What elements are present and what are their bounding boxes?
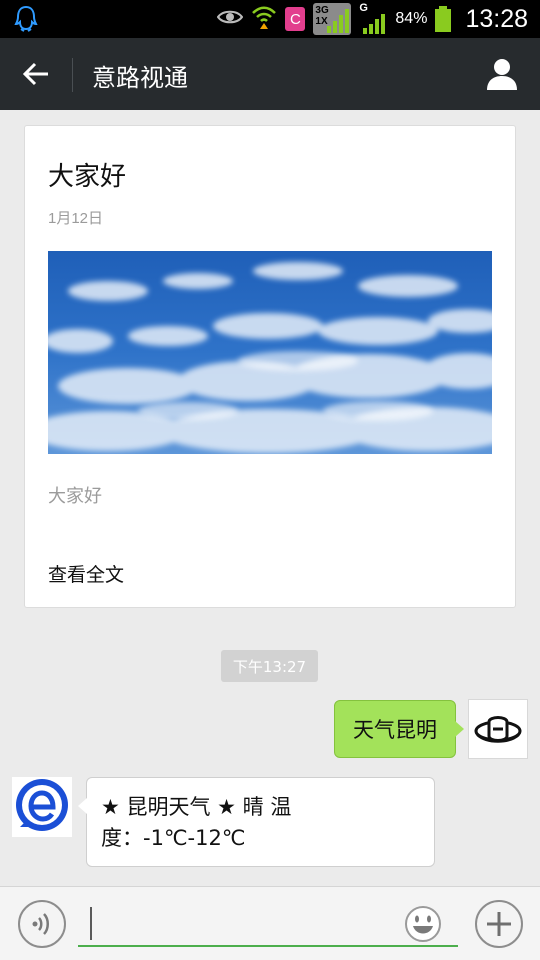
title-divider bbox=[72, 58, 73, 92]
my-avatar[interactable] bbox=[468, 699, 528, 759]
message-input[interactable] bbox=[78, 899, 458, 947]
received-message-bubble[interactable]: ★ 昆明天气 ★ 晴 温度：-1℃-12℃ bbox=[78, 777, 435, 867]
smiley-icon bbox=[405, 906, 441, 942]
voice-icon bbox=[32, 913, 49, 935]
back-arrow-icon bbox=[22, 62, 48, 86]
signal-3g-icon: 3G 1X bbox=[313, 3, 352, 35]
article-title: 大家好 bbox=[48, 162, 127, 192]
battery-percent: 84% bbox=[395, 10, 428, 27]
article-date: 1月12日 bbox=[48, 210, 104, 227]
sent-message-bubble[interactable]: 天气昆明 bbox=[334, 700, 464, 758]
chat-title: 意路视通 bbox=[92, 64, 188, 92]
more-options-button[interactable] bbox=[475, 900, 523, 948]
clock: 13:28 bbox=[465, 4, 528, 33]
person-icon bbox=[487, 59, 517, 90]
emoji-button[interactable] bbox=[404, 905, 442, 943]
qq-penguin-icon bbox=[14, 5, 38, 37]
signal-g-icon: G bbox=[359, 2, 387, 34]
article-cover-image bbox=[48, 251, 492, 454]
profile-button[interactable] bbox=[484, 56, 520, 92]
text-caret bbox=[90, 907, 92, 940]
network-g-label: G bbox=[359, 2, 368, 14]
account-avatar[interactable] bbox=[12, 777, 72, 837]
plus-icon bbox=[487, 912, 511, 936]
back-button[interactable] bbox=[12, 54, 60, 94]
card-divider bbox=[25, 536, 515, 537]
article-card[interactable]: 大家好 1月12日 大家好 查看全文 bbox=[24, 125, 516, 608]
title-bar: 意路视通 bbox=[0, 38, 540, 110]
blue-e-avatar-icon bbox=[16, 779, 68, 831]
voice-button[interactable] bbox=[18, 900, 66, 948]
app-c-icon: C bbox=[285, 7, 306, 31]
brand-logo-avatar-icon bbox=[474, 716, 522, 743]
message-timestamp: 下午13:27 bbox=[221, 650, 318, 682]
status-bar: C 3G 1X G 84% 13:28 bbox=[0, 0, 540, 38]
input-bar bbox=[0, 886, 540, 960]
read-full-article-link[interactable]: 查看全文 bbox=[48, 560, 124, 587]
wifi-icon bbox=[251, 4, 277, 34]
battery-icon bbox=[435, 6, 452, 32]
article-summary: 大家好 bbox=[48, 486, 102, 507]
eye-icon bbox=[217, 9, 244, 29]
